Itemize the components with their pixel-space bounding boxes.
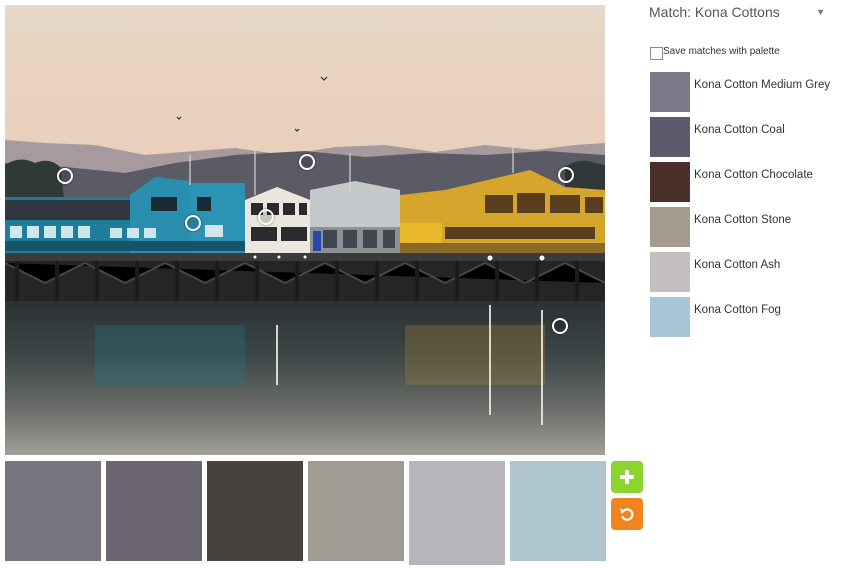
save-matches-label: Save matches with palette — [663, 46, 780, 57]
match-color-name: Kona Cotton Ash — [694, 259, 781, 271]
color-picker-1[interactable] — [57, 168, 73, 184]
color-picker-3[interactable] — [558, 167, 574, 183]
palette-swatch-1[interactable] — [5, 461, 101, 561]
match-item[interactable]: Kona Cotton Medium Grey — [650, 72, 850, 112]
caret-down-icon: ▼ — [816, 7, 825, 17]
match-color-chip — [650, 162, 690, 202]
match-item[interactable]: Kona Cotton Fog — [650, 297, 850, 337]
color-picker-4[interactable] — [185, 215, 201, 231]
match-color-chip — [650, 72, 690, 112]
match-color-chip — [650, 297, 690, 337]
color-picker-5[interactable] — [258, 209, 274, 225]
save-matches-checkbox[interactable] — [650, 47, 663, 60]
palette-builder: Match: Kona Cottons ▼ Save matches with … — [0, 0, 853, 568]
add-color-button[interactable] — [611, 461, 643, 493]
match-color-chip — [650, 117, 690, 157]
match-item[interactable]: Kona Cotton Coal — [650, 117, 850, 157]
match-color-name: Kona Cotton Chocolate — [694, 169, 813, 181]
match-color-name: Kona Cotton Stone — [694, 214, 792, 226]
plus-icon — [620, 470, 634, 484]
color-picker-2[interactable] — [299, 154, 315, 170]
match-color-name: Kona Cotton Fog — [694, 304, 781, 316]
match-item[interactable]: Kona Cotton Ash — [650, 252, 850, 292]
palette-swatch-4[interactable] — [308, 461, 404, 561]
harbor-photo-image — [5, 5, 605, 455]
match-color-chip — [650, 207, 690, 247]
match-color-chip — [650, 252, 690, 292]
match-color-name: Kona Cotton Coal — [694, 124, 785, 136]
palette-swatch-5[interactable] — [409, 461, 505, 565]
reset-palette-button[interactable] — [611, 498, 643, 530]
match-collection-label: Match: Kona Cottons — [649, 4, 780, 20]
source-photo[interactable] — [5, 5, 605, 455]
match-color-name: Kona Cotton Medium Grey — [694, 79, 831, 91]
undo-icon — [620, 508, 634, 521]
palette-swatch-3[interactable] — [207, 461, 303, 561]
match-item[interactable]: Kona Cotton Chocolate — [650, 162, 850, 202]
palette-swatch-2[interactable] — [106, 461, 202, 561]
color-picker-6[interactable] — [552, 318, 568, 334]
match-item[interactable]: Kona Cotton Stone — [650, 207, 850, 247]
match-collection-dropdown[interactable]: Match: Kona Cottons ▼ — [649, 2, 829, 22]
palette-swatch-6[interactable] — [510, 461, 606, 561]
save-matches-option[interactable]: Save matches with palette — [650, 43, 780, 60]
